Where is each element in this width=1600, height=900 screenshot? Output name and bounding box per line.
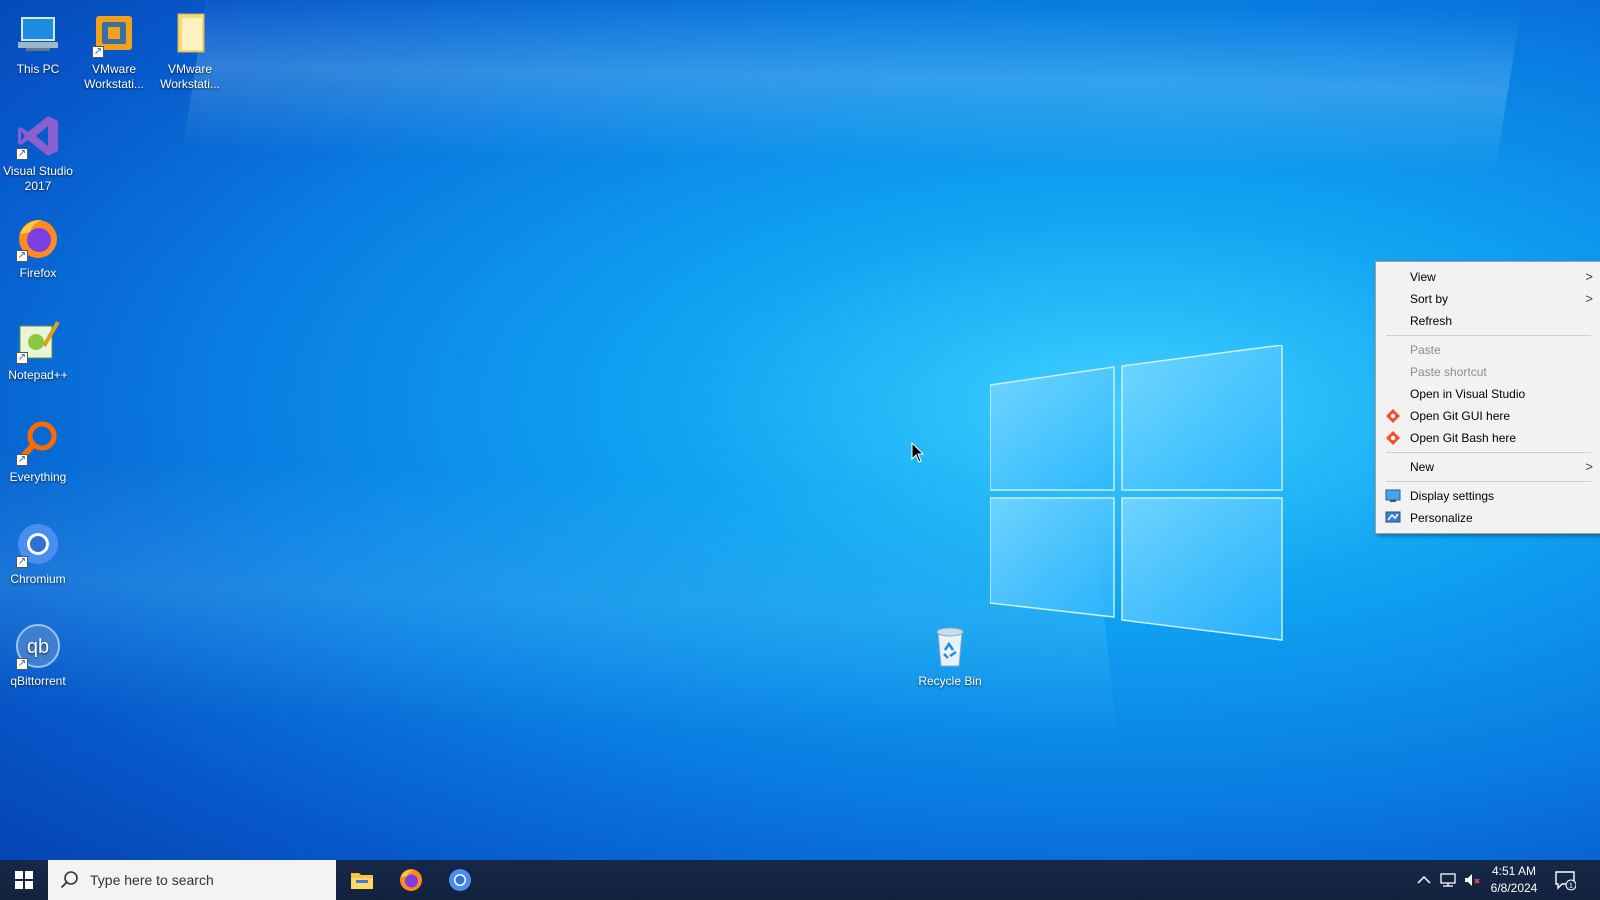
shortcut-arrow-icon: ↗: [16, 454, 28, 466]
desktop-icon-everything[interactable]: ↗ Everything: [0, 418, 76, 485]
icon-label: Chromium: [10, 572, 66, 586]
visual-studio-icon: ↗: [14, 112, 62, 160]
menu-label: Display settings: [1410, 489, 1495, 503]
menu-label: Open Git Bash here: [1410, 431, 1517, 445]
menu-item-open-in-visual-studio[interactable]: Open in Visual Studio: [1376, 383, 1600, 405]
desktop-icon-vmware[interactable]: ↗ VMware Workstati...: [76, 10, 152, 92]
shortcut-arrow-icon: ↗: [16, 352, 28, 364]
search-placeholder: Type here to search: [90, 872, 214, 888]
vmware-workstation-icon: ↗: [90, 10, 138, 58]
taskbar-firefox[interactable]: [387, 860, 435, 900]
icon-label: Notepad++: [8, 368, 68, 382]
notification-count: 1: [1569, 883, 1573, 890]
qbittorrent-icon: qb ↗: [14, 622, 62, 670]
icon-label: This PC: [16, 62, 60, 76]
clock-time: 4:51 AM: [1491, 864, 1537, 878]
shortcut-arrow-icon: ↗: [16, 148, 28, 160]
menu-label: View: [1410, 270, 1436, 284]
firefox-icon: [400, 869, 422, 891]
taskbar-file-explorer[interactable]: [338, 860, 386, 900]
volume-muted-icon[interactable]: [1462, 870, 1482, 890]
taskbar-clock[interactable]: 4:51 AM 6/8/2024: [1483, 863, 1545, 897]
show-hidden-icons-chevron-icon[interactable]: [1414, 870, 1434, 890]
menu-label: Sort by: [1410, 292, 1449, 306]
display-settings-icon: [1385, 489, 1401, 502]
menu-item-open-git-gui[interactable]: Open Git GUI here: [1376, 405, 1600, 427]
taskbar: Type here to search 4:51 AM 6/8/2024 1: [0, 860, 1600, 900]
shortcut-arrow-icon: ↗: [16, 556, 28, 568]
file-explorer-icon: [351, 873, 373, 889]
svg-text:qb: qb: [27, 636, 49, 658]
menu-label: Paste shortcut: [1410, 365, 1487, 379]
chromium-icon: [449, 869, 471, 891]
wallpaper-light-beam: [175, 0, 1525, 400]
menu-label: Refresh: [1410, 314, 1453, 328]
menu-item-new[interactable]: New >: [1376, 456, 1600, 478]
search-icon: [60, 871, 78, 889]
desktop-icon-this-pc[interactable]: This PC: [0, 10, 76, 77]
icon-label: Everything: [9, 470, 67, 484]
menu-separator: [1386, 335, 1591, 336]
desktop-icon-notepadpp[interactable]: ↗ Notepad++: [0, 316, 76, 383]
shortcut-arrow-icon: ↗: [16, 658, 28, 670]
git-icon: [1386, 431, 1400, 445]
menu-label: New: [1410, 460, 1435, 474]
clock-date: 6/8/2024: [1490, 881, 1538, 895]
shortcut-arrow-icon: ↗: [92, 46, 104, 58]
menu-item-paste: Paste: [1376, 339, 1600, 361]
menu-item-refresh[interactable]: Refresh: [1376, 310, 1600, 332]
git-icon: [1386, 409, 1400, 423]
windows-start-icon: [15, 871, 33, 889]
menu-item-paste-shortcut: Paste shortcut: [1376, 361, 1600, 383]
desktop-context-menu: View > Sort by > Refresh Paste Paste short…: [1375, 261, 1600, 534]
icon-label: qBittorrent: [10, 674, 66, 688]
desktop-icon-chromium[interactable]: ↗ Chromium: [0, 520, 76, 587]
windows-logo-wallpaper: [990, 345, 1283, 641]
desktop-icon-qbittorrent[interactable]: qb ↗ qBittorrent: [0, 622, 76, 689]
menu-separator: [1386, 481, 1591, 482]
menu-item-sort-by[interactable]: Sort by >: [1376, 288, 1600, 310]
icon-label: Visual Studio 2017: [3, 164, 73, 193]
menu-label: Paste: [1410, 343, 1441, 357]
menu-label: Open Git GUI here: [1410, 409, 1511, 423]
action-center-button[interactable]: 1: [1545, 860, 1585, 900]
chromium-icon: ↗: [14, 520, 62, 568]
menu-item-personalize[interactable]: Personalize: [1376, 507, 1600, 529]
desktop-icon-firefox[interactable]: ↗ Firefox: [0, 214, 76, 281]
submenu-arrow-icon: >: [1585, 291, 1593, 306]
desktop-icon-recycle-bin[interactable]: Recycle Bin: [912, 622, 988, 689]
notification-icon: 1: [1555, 871, 1576, 891]
network-icon[interactable]: [1438, 870, 1458, 890]
menu-label: Personalize: [1410, 511, 1473, 525]
this-pc-icon: [14, 10, 62, 58]
desktop-icon-vmware-folder[interactable]: VMware Workstati...: [152, 10, 228, 92]
folder-icon: [166, 10, 214, 58]
submenu-arrow-icon: >: [1585, 269, 1593, 284]
everything-search-icon: ↗: [14, 418, 62, 466]
taskbar-search-box[interactable]: Type here to search: [48, 860, 336, 900]
menu-label: Open in Visual Studio: [1410, 387, 1526, 401]
icon-label: Recycle Bin: [918, 674, 982, 688]
start-button[interactable]: [0, 860, 48, 900]
desktop[interactable]: This PC ↗ VMware Workstati... VMware Wor…: [0, 0, 1600, 860]
menu-item-display-settings[interactable]: Display settings: [1376, 485, 1600, 507]
personalize-icon: [1385, 511, 1401, 523]
icon-label: Firefox: [19, 266, 57, 280]
recycle-bin-icon: [926, 622, 974, 670]
desktop-icon-visual-studio[interactable]: ↗ Visual Studio 2017: [0, 112, 76, 194]
wallpaper-light-beam: [0, 283, 1124, 860]
menu-separator: [1386, 452, 1591, 453]
mouse-cursor-icon: [911, 442, 925, 463]
icon-label: VMware Workstati...: [84, 62, 144, 91]
notepadpp-icon: ↗: [14, 316, 62, 364]
submenu-arrow-icon: >: [1585, 459, 1593, 474]
firefox-icon: ↗: [14, 214, 62, 262]
icon-label: VMware Workstati...: [160, 62, 220, 91]
menu-item-open-git-bash[interactable]: Open Git Bash here: [1376, 427, 1600, 449]
taskbar-chromium[interactable]: [436, 860, 484, 900]
menu-item-view[interactable]: View >: [1376, 266, 1600, 288]
shortcut-arrow-icon: ↗: [16, 250, 28, 262]
